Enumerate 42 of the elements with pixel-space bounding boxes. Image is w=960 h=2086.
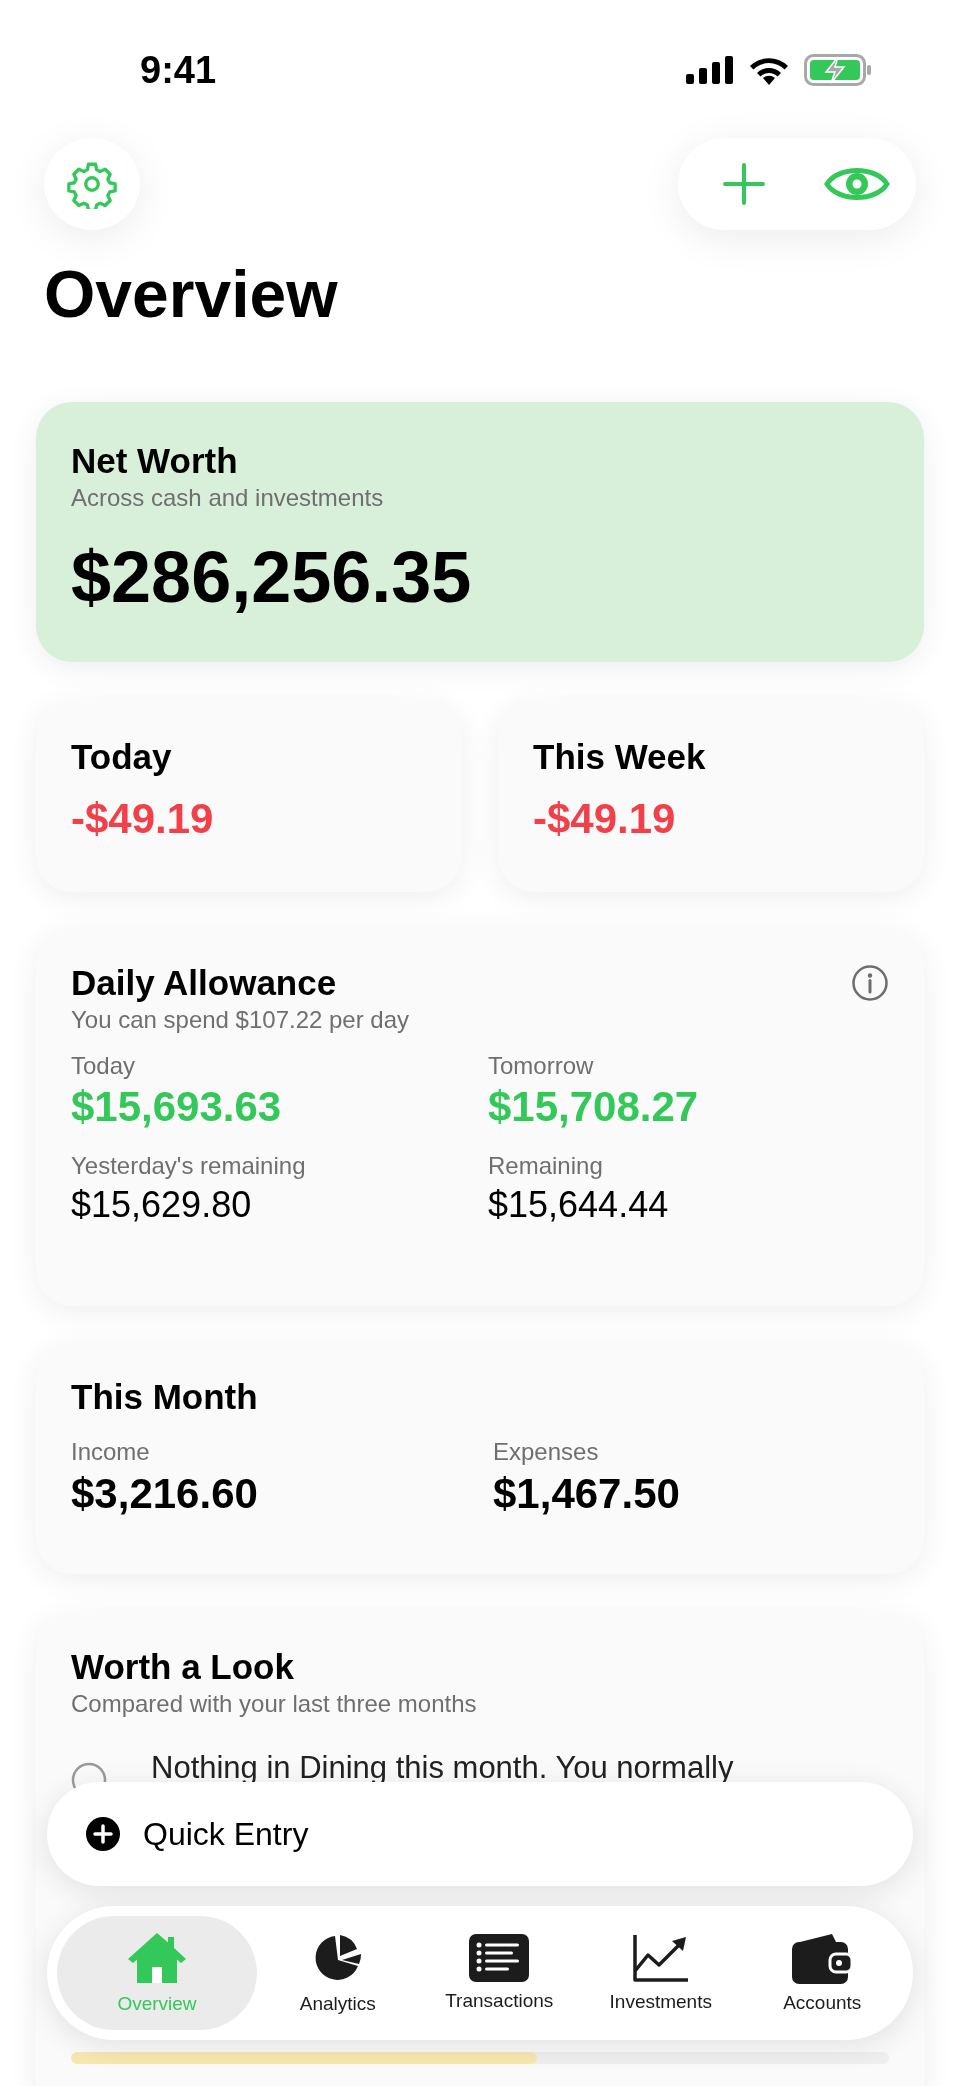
card-title: Worth a Look: [71, 1646, 295, 1688]
stat-label: Expenses: [493, 1437, 600, 1467]
stat-value: $1,467.50: [493, 1469, 681, 1519]
add-button[interactable]: [722, 162, 766, 206]
status-time: 9:41: [140, 48, 217, 92]
card-title: Today: [71, 736, 173, 778]
list-icon: [469, 1934, 530, 1982]
stat-value: $15,693.63: [71, 1082, 283, 1132]
add-icon: [722, 162, 766, 206]
wallet-icon: [792, 1932, 853, 1984]
stat-label: Today: [71, 1051, 137, 1081]
add-circle-icon: [85, 1816, 121, 1852]
tab[interactable]: Transactions: [418, 1916, 580, 2030]
stat-label: Remaining: [488, 1151, 604, 1181]
info-icon[interactable]: [851, 964, 889, 1002]
spending-amount: -$49.19: [533, 794, 677, 844]
tab[interactable]: Analytics: [257, 1916, 419, 2030]
card-title: Daily Allowance: [71, 962, 337, 1004]
stat-value: $15,708.27: [488, 1082, 700, 1132]
quick-entry-button[interactable]: Quick Entry: [47, 1782, 913, 1886]
card-subtitle: Across cash and investments: [71, 483, 385, 513]
stat-value: $15,644.44: [488, 1183, 670, 1227]
stat-label: Tomorrow: [488, 1051, 595, 1081]
card-title: This Week: [533, 736, 707, 778]
battery-icon: [804, 54, 872, 86]
stat-value: $15,629.80: [71, 1183, 253, 1227]
net-worth-amount: $286,256.35: [71, 536, 473, 619]
card-subtitle: You can spend $107.22 per day: [71, 1005, 411, 1035]
house-icon: [126, 1931, 188, 1985]
card-title: Net Worth: [71, 440, 239, 482]
signal-icon: [686, 56, 734, 84]
stat-label: Yesterday's remaining: [71, 1151, 307, 1181]
tab[interactable]: Investments: [580, 1916, 742, 2030]
tab[interactable]: Accounts: [741, 1916, 903, 2030]
card-title: This Month: [71, 1376, 259, 1418]
stat-value: $3,216.60: [71, 1469, 259, 1519]
spending-amount: -$49.19: [71, 794, 215, 844]
line-chart-icon: [631, 1933, 690, 1983]
card-subtitle: Compared with your last three months: [71, 1689, 478, 1719]
page-title: Overview: [44, 256, 339, 332]
wifi-icon: [748, 55, 790, 85]
stat-label: Income: [71, 1437, 151, 1467]
